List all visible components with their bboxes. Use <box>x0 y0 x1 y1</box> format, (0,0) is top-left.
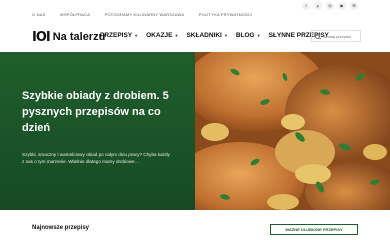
logo-mark: IOI <box>32 29 51 45</box>
chevron-down-icon: ▼ <box>174 33 179 38</box>
roast-chicken-image <box>195 52 390 210</box>
top-link-cooperation[interactable]: WSPÓŁPRACA <box>60 11 90 19</box>
menu-item-recipes[interactable]: PRZEPISY ▼ <box>100 32 138 39</box>
main-nav: IOI Na talerzu PRZEPISY ▼ OKAZJE ▼ SKŁAD… <box>0 26 390 48</box>
menu-item-blog[interactable]: BLOG ▼ <box>236 32 261 39</box>
page: O NAS WSPÓŁPRACA POTOGRAMY KULINARNY WAR… <box>0 0 390 240</box>
menu-item-label: SKŁADNIKI <box>186 32 222 39</box>
mail-icon[interactable]: ✉ <box>350 2 358 10</box>
menu-item-ingredients[interactable]: SKŁADNIKI ▼ <box>186 32 227 39</box>
chevron-down-icon: ▼ <box>134 33 139 38</box>
hero-description: Szybki, smaczny i wartościowy obiad po c… <box>22 152 170 164</box>
top-link-privacy[interactable]: POLITYKA PRYWATNOŚCI <box>199 11 253 19</box>
menu-item-label: OKAZJE <box>146 32 173 39</box>
social-links: f p ◎ ▶ ✉ <box>302 2 358 10</box>
pinterest-icon[interactable]: p <box>314 2 322 10</box>
instagram-icon[interactable]: ◎ <box>326 2 334 10</box>
menu-item-occasions[interactable]: OKAZJE ▼ <box>146 32 178 39</box>
hero-text-panel: Szybkie obiady z drobiem. 5 pysznych prz… <box>0 52 195 210</box>
menu-item-label: BLOG <box>235 32 255 39</box>
search-input[interactable] <box>323 33 363 39</box>
latest-recipes-heading: Najnowsze przepisy <box>32 225 90 231</box>
menu-item-label: PRZEPISY <box>100 32 133 39</box>
main-menu: PRZEPISY ▼ OKAZJE ▼ SKŁADNIKI ▼ BLOG ▼ S… <box>100 32 329 39</box>
site-logo[interactable]: IOI Na talerzu <box>32 28 105 46</box>
chevron-down-icon: ▼ <box>256 33 261 38</box>
top-bar: O NAS WSPÓŁPRACA POTOGRAMY KULINARNY WAR… <box>0 0 390 22</box>
hero-title[interactable]: Szybkie obiady z drobiem. 5 pysznych prz… <box>22 88 187 136</box>
search-icon[interactable] <box>315 33 320 39</box>
hero-image[interactable] <box>195 52 390 210</box>
chevron-down-icon: ▼ <box>223 33 228 38</box>
hero-banner[interactable]: Szybkie obiady z drobiem. 5 pysznych prz… <box>0 52 390 210</box>
search-box[interactable] <box>311 30 363 42</box>
logo-text: Na talerzu <box>52 31 106 43</box>
youtube-icon[interactable]: ▶ <box>338 2 346 10</box>
top-link-about[interactable]: O NAS <box>32 11 45 19</box>
facebook-icon[interactable]: f <box>302 2 310 10</box>
favorite-recipes-button[interactable]: WAŻNE ULUBIONE PRZEPISY <box>270 224 358 235</box>
top-links: O NAS WSPÓŁPRACA POTOGRAMY KULINARNY WAR… <box>32 3 282 21</box>
top-link-workshop[interactable]: POTOGRAMY KULINARNY WARSZAWA <box>105 11 185 19</box>
